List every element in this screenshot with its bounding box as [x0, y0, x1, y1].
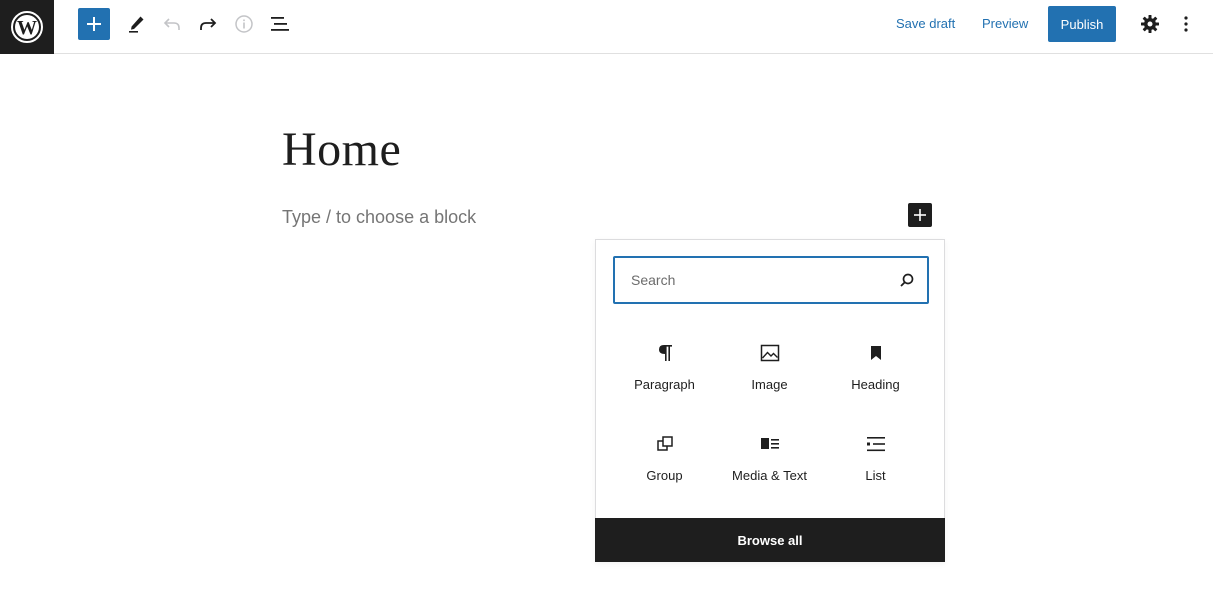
wordpress-icon: W	[11, 11, 43, 43]
block-media-text[interactable]: Media & Text	[717, 432, 822, 508]
paragraph-icon	[653, 341, 677, 365]
block-list[interactable]: List	[823, 432, 928, 508]
quick-inserter-popover: Paragraph Image Heading Group	[595, 239, 945, 562]
wordpress-logo-button[interactable]: W	[0, 0, 54, 54]
undo-button[interactable]	[156, 8, 188, 40]
save-draft-button[interactable]: Save draft	[896, 14, 955, 34]
list-icon	[864, 432, 888, 456]
preview-button[interactable]: Preview	[982, 14, 1028, 34]
gear-icon	[1141, 15, 1159, 33]
post-title[interactable]: Home	[282, 118, 401, 182]
list-view-icon	[271, 17, 289, 31]
editor-header: W Save draft Preview Publish	[0, 0, 1213, 54]
inline-add-block-button[interactable]	[908, 203, 932, 227]
browse-all-button[interactable]: Browse all	[595, 518, 945, 562]
default-block-appender[interactable]: Type / to choose a block	[282, 205, 476, 229]
block-paragraph[interactable]: Paragraph	[612, 341, 717, 417]
block-group[interactable]: Group	[612, 432, 717, 508]
media-text-icon	[758, 432, 782, 456]
details-button[interactable]	[228, 8, 260, 40]
search-box	[613, 256, 929, 304]
redo-button[interactable]	[192, 8, 224, 40]
plus-icon	[87, 17, 101, 31]
group-icon	[653, 432, 677, 456]
search-icon	[900, 273, 914, 287]
image-icon	[758, 341, 782, 365]
block-heading[interactable]: Heading	[823, 341, 928, 417]
list-view-button[interactable]	[264, 8, 296, 40]
svg-text:W: W	[17, 17, 37, 39]
vertical-ellipsis-icon	[1184, 16, 1188, 32]
options-button[interactable]	[1170, 8, 1202, 40]
block-image[interactable]: Image	[717, 341, 822, 417]
plus-icon	[914, 209, 926, 221]
redo-icon	[200, 18, 217, 30]
add-block-button[interactable]	[78, 8, 110, 40]
tools-button[interactable]	[120, 8, 152, 40]
bookmark-icon	[864, 341, 888, 365]
pencil-icon	[129, 16, 144, 33]
publish-button[interactable]: Publish	[1048, 6, 1116, 42]
settings-button[interactable]	[1134, 8, 1166, 40]
undo-icon	[163, 18, 180, 30]
search-button[interactable]	[887, 260, 927, 300]
search-input[interactable]	[629, 264, 887, 296]
info-icon	[235, 15, 253, 33]
